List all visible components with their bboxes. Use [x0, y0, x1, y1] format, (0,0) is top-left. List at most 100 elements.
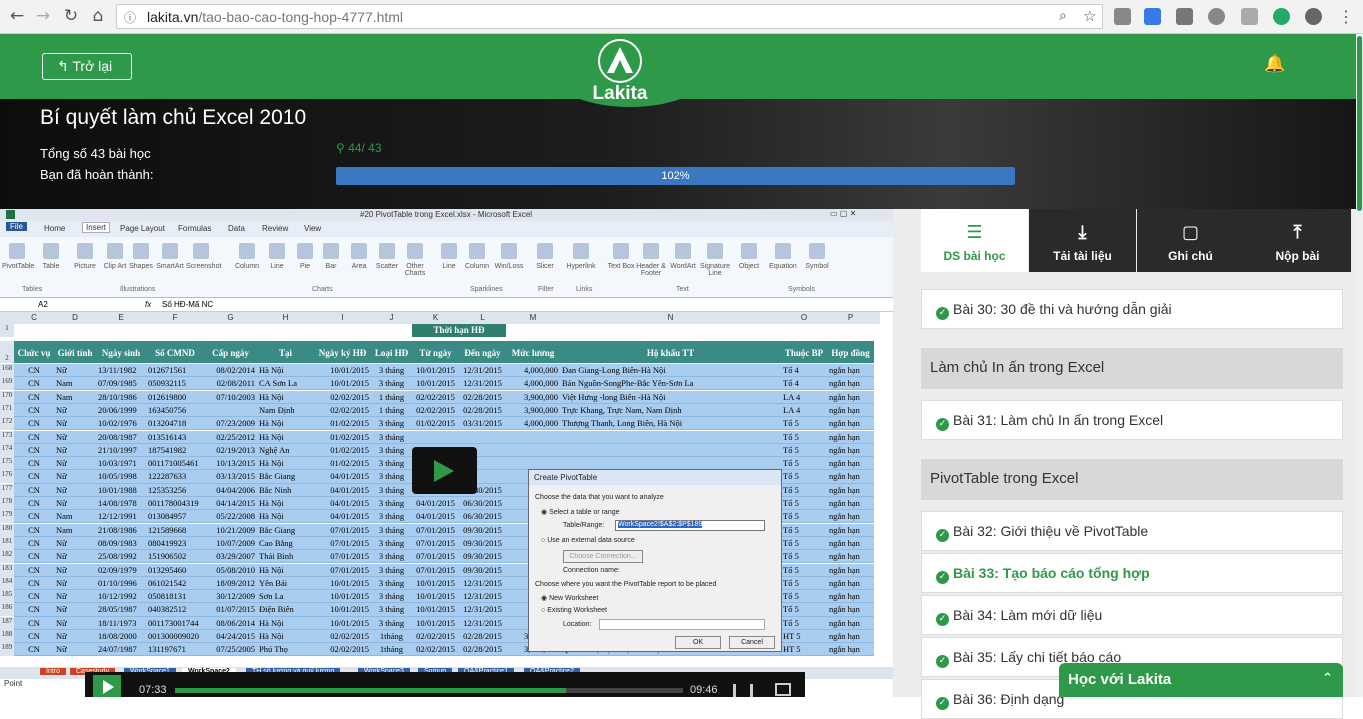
ribbon-icon [193, 243, 209, 259]
extension-icon[interactable] [1241, 8, 1258, 25]
translate-icon[interactable] [1144, 8, 1161, 25]
table-cell: ngắn hạn [829, 617, 860, 628]
bookmark-star-icon[interactable]: ☆ [1083, 7, 1096, 25]
cancel-button: Cancel [729, 636, 775, 649]
profile-icon[interactable] [1305, 8, 1322, 25]
row-number: 186 [0, 603, 14, 617]
table-cell: 013204718 [148, 418, 187, 429]
back-button[interactable]: ↰ Trở lại [42, 53, 132, 80]
table-cell: 10/02/1976 [98, 418, 137, 429]
column-letter: K [432, 313, 439, 322]
table-cell: 10/13/2015 [216, 458, 255, 469]
column-letter: F [172, 313, 178, 322]
table-cell: Hà Nội [259, 631, 284, 641]
tab-notes[interactable]: ▢ Ghi chú [1137, 209, 1244, 272]
home-icon[interactable]: ⌂ [87, 6, 109, 26]
table-cell: Cao Bằng [259, 537, 293, 548]
table-cell: CN [28, 418, 40, 429]
ribbon-tab: Data [228, 224, 245, 233]
play-button[interactable] [93, 675, 121, 697]
lesson-item[interactable]: ✓ Bài 32: Giới thiệu về PivotTable [921, 511, 1343, 551]
ribbon-group-label: Links [576, 286, 593, 293]
table-cell: Nữ [56, 604, 67, 615]
lesson-sidebar: ☰ DS bài học ⤓ Tải tài liệu ▢ Ghi chú ⤒ Nộp … [893, 209, 1356, 719]
ribbon-icon [239, 243, 255, 259]
reload-icon[interactable]: ↻ [60, 6, 82, 26]
tab-submit[interactable]: ⤒ Nộp bài [1244, 209, 1351, 272]
table-cell: ngắn hạn [829, 511, 860, 522]
ribbon-group-label: Sparklines [470, 286, 503, 293]
row-number: 188 [0, 630, 14, 643]
table-row: CN Nam 07/09/1985 050932115 02/08/2011 CA Sơn… [14, 377, 874, 391]
adblock-icon[interactable] [1114, 8, 1131, 25]
table-cell: ngắn hạn [829, 431, 860, 442]
column-header: Chức vụ [17, 348, 51, 358]
table-cell: 01/02/2015 [330, 418, 369, 429]
ribbon-button: Equation [768, 243, 798, 270]
tab-lesson-list[interactable]: ☰ DS bài học [921, 209, 1028, 272]
table-cell: Tổ 5 [783, 444, 799, 455]
lesson-item[interactable]: ✓ Bài 31: Làm chủ In ấn trong Excel [921, 400, 1343, 440]
section-header[interactable]: Làm chủ In ấn trong Excel [921, 348, 1343, 389]
table-cell: 02/28/2015 [463, 631, 502, 641]
table-cell: 01/02/2015 [330, 458, 369, 469]
table-cell: 25/08/1992 [98, 551, 137, 562]
table-cell: 18/09/2012 [216, 577, 255, 588]
table-cell: Nữ [56, 498, 67, 508]
table-cell: Tổ 5 [783, 498, 799, 508]
row-number: 170 [0, 390, 14, 404]
media-extension-icon[interactable] [1273, 8, 1290, 25]
fullscreen-icon[interactable] [775, 683, 791, 696]
chat-widget[interactable]: Học với Lakita ⌃ [1059, 663, 1343, 697]
bell-icon[interactable]: 🔔 [1264, 54, 1285, 74]
table-cell: 02/19/2013 [216, 444, 255, 455]
seek-bar[interactable] [175, 688, 683, 693]
sidebar-tabs: ☰ DS bài học ⤓ Tải tài liệu ▢ Ghi chú ⤒ Nộp … [921, 209, 1351, 272]
header-group: Thời hạn HĐ [412, 324, 506, 337]
ribbon-button: Header & Footer [636, 243, 666, 277]
table-cell: 04/01/2015 [330, 484, 369, 495]
video-player[interactable]: #20 PivotTable trong Excel.xlsx - Micros… [0, 209, 893, 697]
map-marker-icon: ⚲ [336, 141, 349, 155]
table-cell: CN [28, 444, 40, 455]
zoom-icon[interactable]: ⌕ [1059, 8, 1067, 24]
extension-home-icon[interactable] [1176, 8, 1193, 25]
video-controls: 07:33 09:46 [85, 672, 805, 697]
table-row: CN Nữ 20/06/1999 163450756 Nam Định 02/02/201… [14, 403, 874, 418]
table-cell: 10/01/2015 [416, 577, 455, 588]
page-scrollbar[interactable] [1356, 34, 1363, 697]
table-cell: Nữ [56, 418, 67, 429]
menu-dots-icon[interactable]: ⋮ [1338, 7, 1354, 27]
table-cell: 4,000,000 [524, 378, 558, 389]
row-number: 177 [0, 483, 14, 497]
play-overlay-icon[interactable] [412, 447, 477, 494]
table-cell: Nữ [56, 537, 67, 548]
table-cell: 07/01/2015 [330, 564, 369, 575]
create-pivottable-dialog: Create PivotTable Choose the data that y… [528, 469, 782, 652]
back-arrow-icon[interactable]: ← [6, 6, 28, 26]
table-cell: 187541982 [148, 444, 187, 455]
tab-download[interactable]: ⤓ Tải tài liệu [1029, 209, 1136, 272]
table-cell: 163450756 [148, 404, 187, 415]
drive-icon[interactable] [1208, 8, 1225, 25]
table-cell: 18/11/1973 [98, 617, 137, 628]
table-cell: 4,000,000 [524, 365, 558, 375]
table-cell: CN [28, 365, 40, 375]
lesson-item-current[interactable]: ✓ Bài 33: Tạo báo cáo tổng hợp [921, 553, 1343, 593]
info-icon[interactable]: ⓘ [124, 9, 136, 26]
row-number: 172 [0, 417, 14, 431]
lesson-item[interactable]: ✓ Bài 30: 30 đề thi và hướng dẫn giải [921, 289, 1343, 329]
forward-arrow-icon[interactable]: → [32, 6, 54, 26]
table-cell: 07/23/2009 [216, 418, 255, 429]
table-range-input: WorkSpace2!$A$2:$P$189 [615, 520, 765, 531]
address-bar[interactable]: ⓘ lakita.vn/tao-bao-cao-tong-hop-4777.ht… [116, 4, 1103, 29]
section-header[interactable]: PivotTable trong Excel [921, 459, 1343, 500]
ribbon-button: Signature Line [700, 243, 730, 277]
table-cell: 02/25/2012 [216, 431, 255, 442]
table-cell: CN [28, 604, 40, 615]
table-cell: Bắc Ninh [259, 484, 292, 495]
volume-icon[interactable] [733, 684, 753, 697]
scrollbar-thumb[interactable] [1357, 36, 1362, 211]
lesson-item[interactable]: ✓ Bài 34: Làm mới dữ liệu [921, 595, 1343, 635]
check-icon: ✓ [936, 655, 949, 668]
